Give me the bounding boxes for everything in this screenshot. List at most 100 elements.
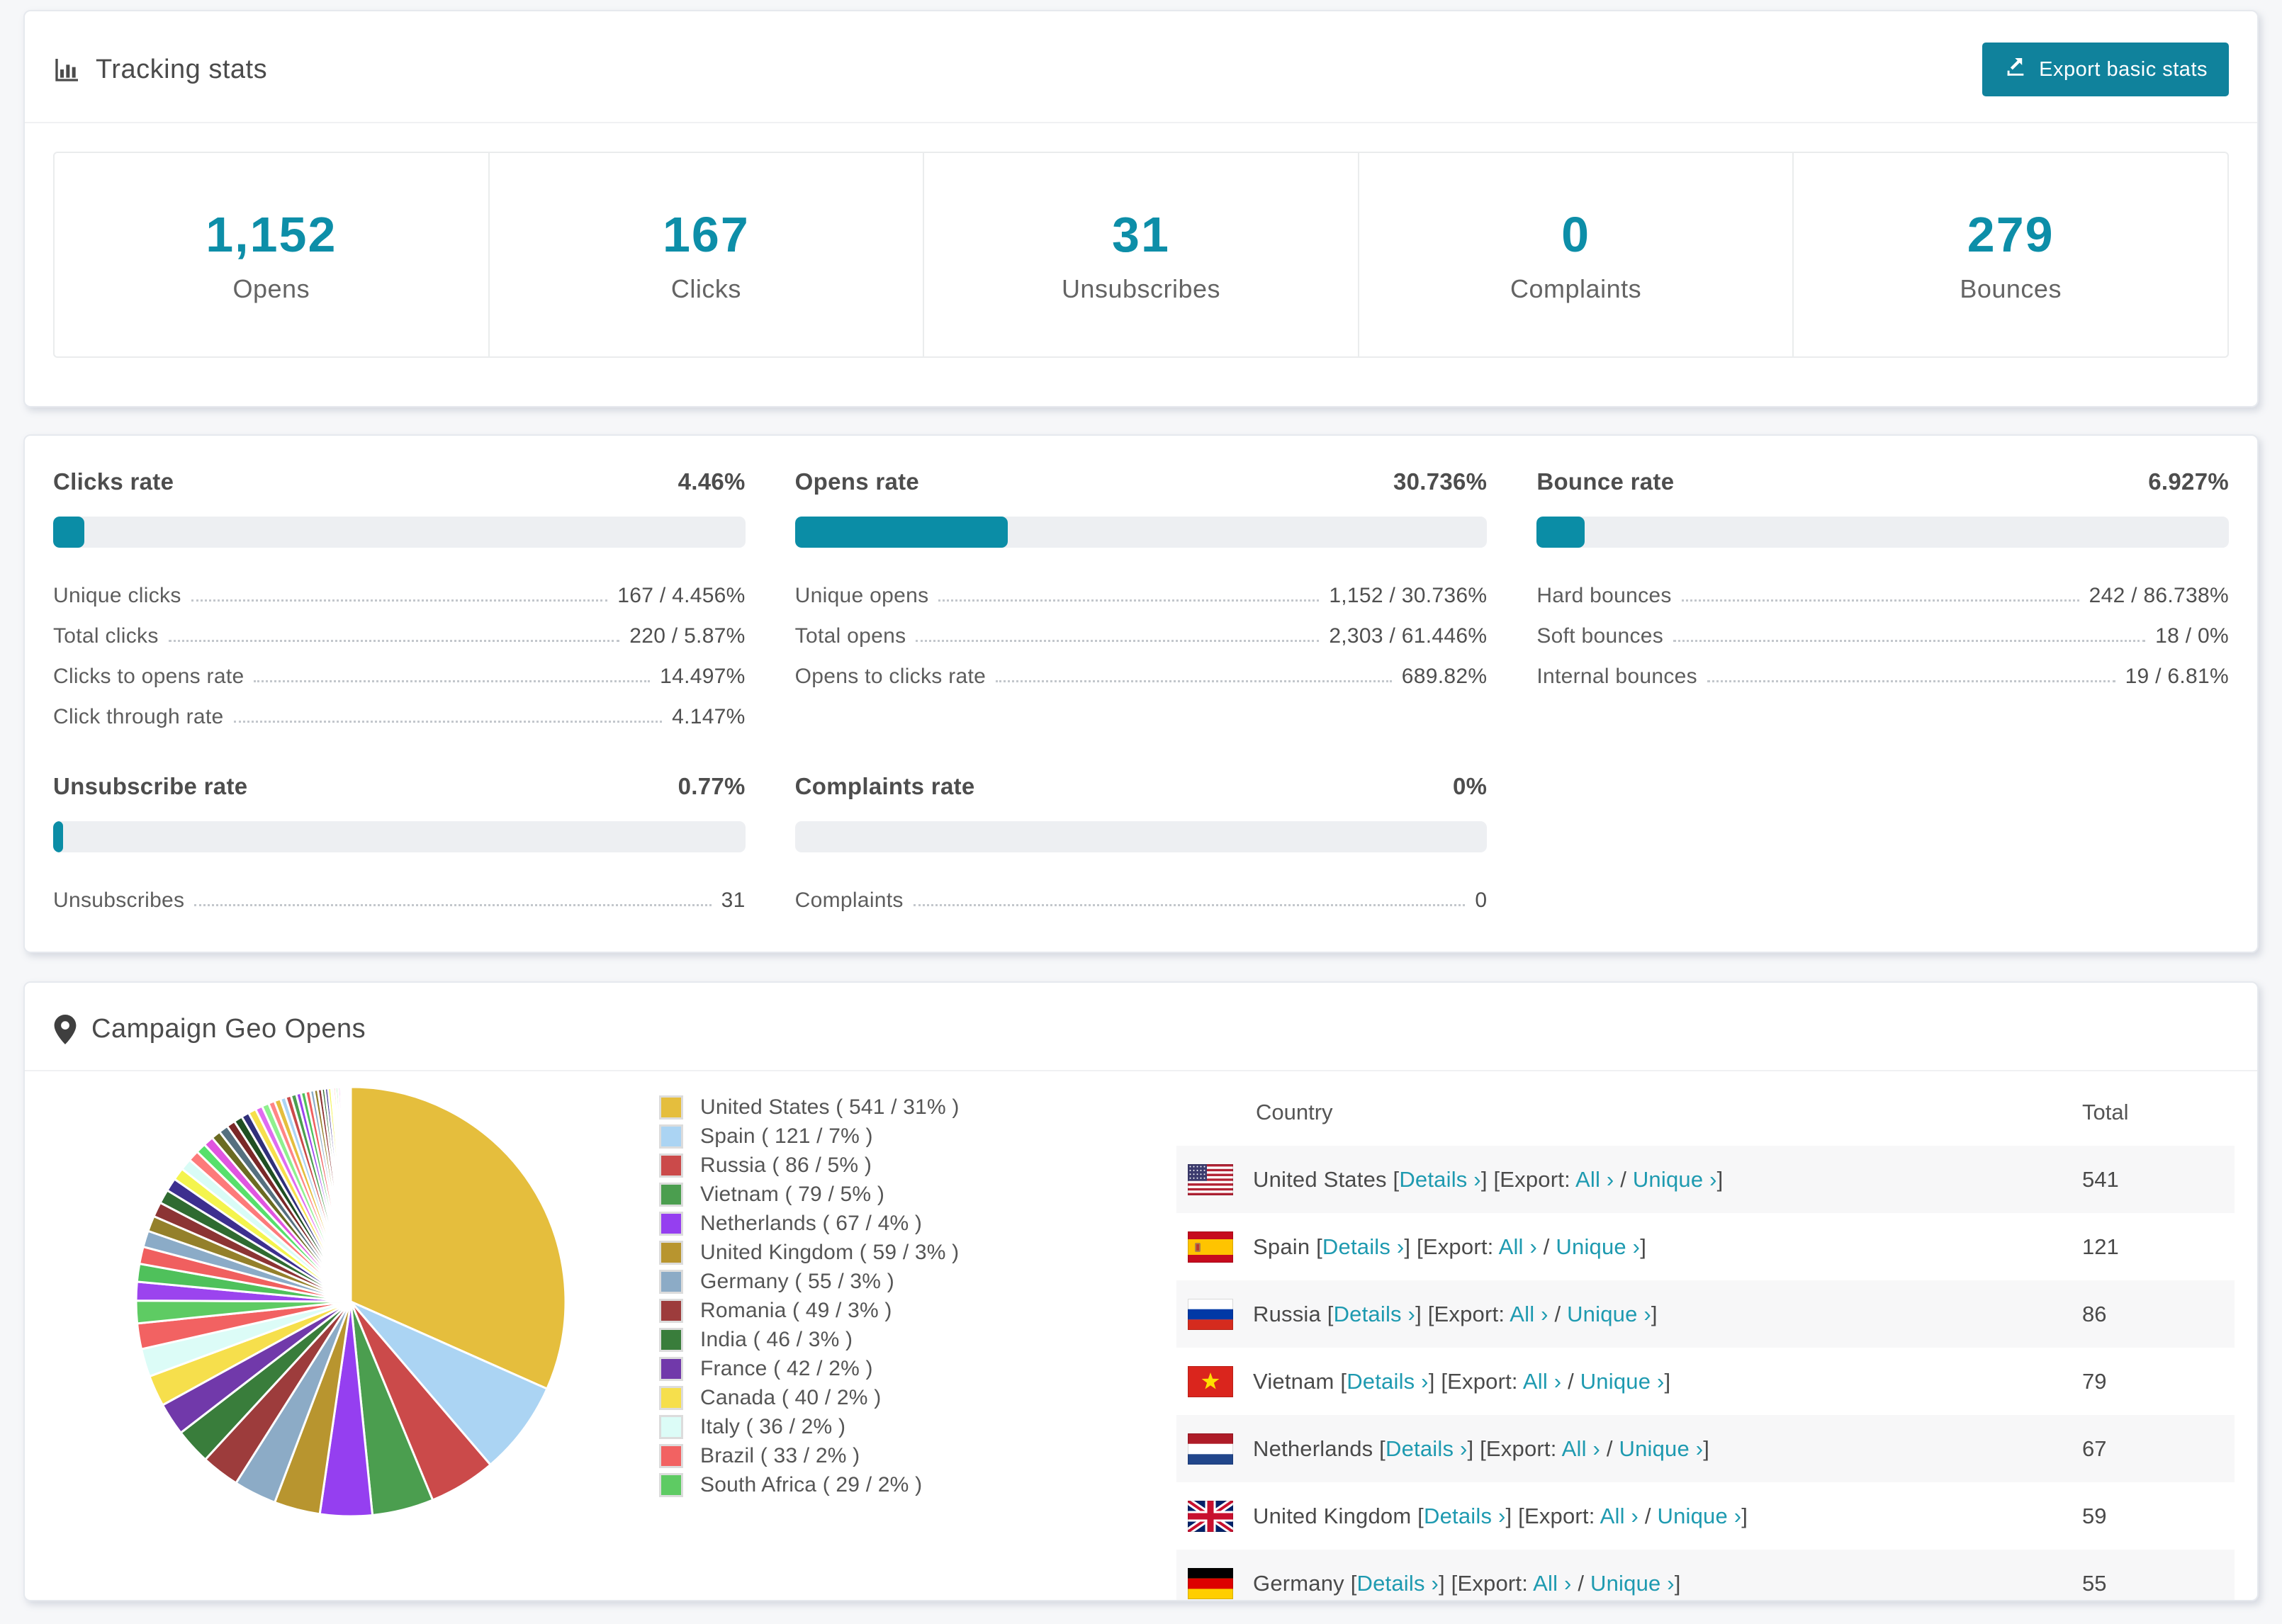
stat-value-complaints: 0 — [1561, 206, 1591, 262]
summary-stats-row: 1,152 Opens 167 Clicks 31 Unsubscribes 0 Compla… — [53, 152, 2229, 358]
export-unique-link-germany[interactable]: Unique › — [1590, 1571, 1675, 1596]
stat-card-clicks: 167 Clicks — [490, 153, 925, 356]
rate-block-bounce-rate: Bounce rate 6.927% Hard bounces 242 / 86.73… — [1536, 468, 2229, 729]
stat-value-clicks: 167 — [662, 206, 750, 262]
export-all-link-united-kingdom[interactable]: All › — [1600, 1504, 1639, 1528]
rate-rows: Unique opens 1,152 / 30.736% Total opens 2,… — [795, 568, 1488, 689]
country-name: Russia [ — [1253, 1301, 1334, 1326]
rate-row-total-opens: Total opens 2,303 / 61.446% — [795, 608, 1488, 648]
stat-label-opens: Opens — [232, 274, 310, 303]
legend-item-canada: Canada ( 40 / 2% ) — [659, 1383, 999, 1412]
export-all-link-germany[interactable]: All › — [1533, 1571, 1571, 1596]
separator-text: / — [1561, 1368, 1580, 1394]
tracking-stats-card: Tracking stats Export basic stats 1,152 O… — [23, 10, 2259, 407]
table-row-spain: Spain [Details ›] [Export: All › / Uniqu… — [1176, 1213, 2235, 1280]
legend-swatch — [659, 1124, 683, 1149]
details-link-spain[interactable]: Details › — [1322, 1234, 1405, 1259]
rates-card: Clicks rate 4.46% Unique clicks 167 / 4.456… — [23, 434, 2259, 953]
details-link-netherlands[interactable]: Details › — [1386, 1436, 1468, 1461]
legend-label: Germany ( 55 / 3% ) — [700, 1269, 894, 1293]
rate-title: Clicks rate — [53, 468, 174, 495]
legend-label: United Kingdom ( 59 / 3% ) — [700, 1240, 960, 1264]
geo-title: Campaign Geo Opens — [53, 1014, 366, 1044]
tracking-stats-title: Tracking stats — [53, 55, 267, 85]
details-link-germany[interactable]: Details › — [1357, 1571, 1439, 1596]
bracket-text: ] [Export: — [1505, 1503, 1600, 1528]
export-all-link-united-states[interactable]: All › — [1575, 1167, 1614, 1192]
separator-text: / — [1614, 1166, 1633, 1192]
dotted-leader — [194, 904, 712, 906]
export-unique-link-netherlands[interactable]: Unique › — [1619, 1436, 1703, 1461]
rate-progressbar-opens-rate — [794, 517, 1488, 548]
rate-title: Opens rate — [794, 468, 920, 495]
bracket-text: ] — [1640, 1234, 1647, 1259]
stat-card-bounces: 279 Bounces — [1794, 153, 2227, 356]
export-all-link-russia[interactable]: All › — [1510, 1302, 1548, 1326]
total-cell-netherlands: 67 — [2082, 1436, 2107, 1461]
export-icon — [2003, 55, 2028, 84]
tracking-stats-title-text: Tracking stats — [96, 54, 268, 84]
total-cell-vietnam: 79 — [2082, 1368, 2107, 1394]
rate-head-complaints-rate: Complaints rate 0% — [795, 773, 1488, 800]
rate-row-opens-to-clicks-rate: Opens to clicks rate 689.82% — [795, 648, 1488, 689]
legend-swatch — [659, 1211, 683, 1236]
rate-progress-fill — [794, 517, 1008, 548]
legend-swatch — [659, 1356, 683, 1381]
legend-label: Italy ( 36 / 2% ) — [700, 1414, 846, 1438]
dotted-leader — [1681, 599, 2079, 602]
export-unique-link-united-states[interactable]: Unique › — [1633, 1167, 1717, 1192]
rate-progressbar-unsubscribe-rate — [53, 821, 746, 852]
legend-label: Russia ( 86 / 5% ) — [700, 1153, 872, 1177]
export-unique-link-vietnam[interactable]: Unique › — [1580, 1369, 1665, 1394]
bracket-text: ] — [1674, 1570, 1681, 1596]
export-all-link-vietnam[interactable]: All › — [1523, 1369, 1561, 1394]
details-link-united-states[interactable]: Details › — [1399, 1167, 1481, 1192]
rate-head-clicks-rate: Clicks rate 4.46% — [53, 468, 746, 495]
geo-pie-chart — [131, 1082, 570, 1525]
dotted-leader — [938, 599, 1320, 602]
country-cell-united-kingdom: United Kingdom [Details ›] [Export: All … — [1253, 1504, 1997, 1529]
dotted-leader — [191, 599, 608, 602]
country-name: Vietnam [ — [1253, 1368, 1347, 1394]
export-basic-stats-button[interactable]: Export basic stats — [1982, 43, 2229, 96]
rate-row-value: 0 — [1475, 889, 1488, 912]
geo-table-header: Country Total — [1176, 1078, 2235, 1146]
details-link-russia[interactable]: Details › — [1334, 1302, 1416, 1326]
flag-us-icon — [1188, 1163, 1233, 1195]
dotted-leader — [913, 904, 1466, 906]
rate-row-clicks-to-opens-rate: Clicks to opens rate 14.497% — [53, 648, 746, 689]
stat-label-complaints: Complaints — [1510, 274, 1642, 303]
details-link-united-kingdom[interactable]: Details › — [1424, 1504, 1506, 1528]
export-unique-link-united-kingdom[interactable]: Unique › — [1658, 1504, 1742, 1528]
export-all-link-spain[interactable]: All › — [1499, 1234, 1537, 1259]
rate-value: 0.77% — [678, 773, 746, 799]
table-row-united-states: United States [Details ›] [Export: All ›… — [1176, 1146, 2235, 1213]
export-all-link-netherlands[interactable]: All › — [1562, 1436, 1600, 1461]
legend-swatch — [659, 1327, 683, 1352]
bracket-text: ] [Export: — [1415, 1301, 1510, 1326]
export-unique-link-spain[interactable]: Unique › — [1556, 1234, 1640, 1259]
stat-card-unsubscribes: 31 Unsubscribes — [924, 153, 1359, 356]
rate-block-complaints-rate: Complaints rate 0% Complaints 0 — [794, 773, 1488, 913]
campaign-geo-opens-card: Campaign Geo Opens United States ( 541 /… — [23, 981, 2259, 1601]
rate-progress-fill — [53, 517, 84, 548]
legend-label: Canada ( 40 / 2% ) — [700, 1385, 882, 1409]
dotted-leader — [1707, 680, 2115, 682]
separator-text: / — [1548, 1301, 1568, 1326]
rate-rows: Unsubscribes 31 — [53, 872, 746, 913]
dotted-leader — [168, 640, 620, 642]
separator-text: / — [1639, 1503, 1658, 1528]
dotted-leader — [916, 640, 1320, 642]
bracket-text: ] [Export: — [1404, 1234, 1499, 1259]
rate-row-value: 18 / 0% — [2155, 624, 2229, 648]
rate-title: Unsubscribe rate — [53, 773, 248, 799]
rate-row-value: 220 / 5.87% — [629, 624, 746, 648]
export-unique-link-russia[interactable]: Unique › — [1567, 1302, 1651, 1326]
bracket-text: ] — [1651, 1301, 1658, 1326]
legend-swatch — [659, 1269, 683, 1294]
tracking-stats-header: Tracking stats Export basic stats — [25, 11, 2257, 123]
legend-item-south-africa: South Africa ( 29 / 2% ) — [659, 1470, 999, 1499]
export-button-label: Export basic stats — [2039, 57, 2208, 81]
details-link-vietnam[interactable]: Details › — [1347, 1369, 1429, 1394]
total-cell-united-states: 541 — [2082, 1166, 2119, 1192]
